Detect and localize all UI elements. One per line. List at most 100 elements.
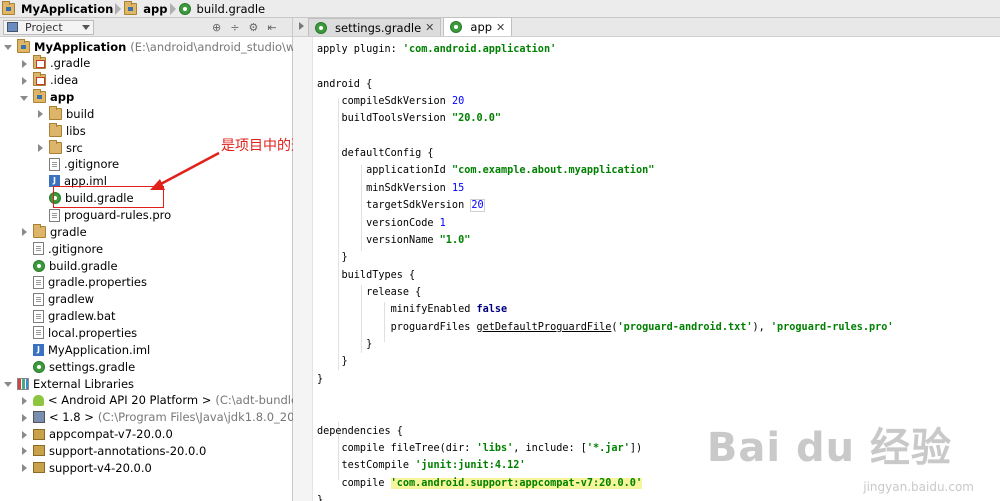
code-line: } (317, 353, 348, 370)
tab-app[interactable]: app ✕ (443, 17, 513, 36)
tree-item[interactable]: .gradle (20, 55, 90, 72)
code-line: android { (317, 76, 372, 93)
tree-item[interactable]: MyApplication (E:\android\android_studio\… (4, 38, 327, 55)
chevron-right-icon[interactable] (36, 139, 45, 156)
tree-item[interactable]: < Android API 20 Platform > (C:\adt-bundl… (20, 392, 315, 409)
file-icon (33, 242, 44, 256)
breadcrumb-item-file[interactable]: build.gradle (178, 2, 268, 16)
tree-item[interactable]: J MyApplication.iml (20, 341, 150, 358)
chevron-right-icon[interactable] (20, 409, 29, 426)
tree-item-label: app (50, 90, 75, 105)
tree-item[interactable]: libs (36, 122, 86, 139)
collapse-icon[interactable]: ÷ (230, 21, 239, 34)
tree-item[interactable]: gradlew (20, 291, 94, 308)
chevron-right-icon[interactable] (20, 459, 29, 476)
code-line: apply plugin: 'com.android.application' (317, 41, 556, 58)
jdk-icon (33, 411, 45, 424)
folder-icon (49, 122, 62, 137)
code-token: ), (752, 321, 771, 333)
code-token: "20.0.0" (451, 113, 502, 125)
tree-item[interactable]: < 1.8 > (C:\Program Files\Java\jdk1.8.0_2… (20, 409, 299, 426)
chevron-right-icon[interactable] (20, 55, 29, 72)
tree-item-label: .gradle (50, 56, 91, 71)
hide-icon[interactable]: ⇤ (267, 21, 276, 34)
tree-item-label: settings.gradle (49, 359, 136, 374)
tree-item[interactable]: src (36, 139, 83, 156)
sync-icon[interactable]: ⊕ (212, 21, 221, 34)
tree-item[interactable]: gradlew.bat (20, 308, 116, 325)
breadcrumb-item-module[interactable]: app (124, 0, 169, 16)
breadcrumb-item-project[interactable]: MyApplication (2, 0, 115, 16)
tree-item-label: MyApplication.iml (48, 342, 151, 357)
tree-item[interactable]: appcompat-v7-20.0.0 (20, 426, 173, 443)
tree-item[interactable]: gradle (20, 223, 87, 240)
tab-nav-icon[interactable] (295, 17, 308, 36)
code-line: } (317, 249, 348, 266)
code-line: buildTypes { (317, 267, 416, 284)
chevron-right-icon[interactable] (20, 426, 29, 443)
code-token: '*.jar' (586, 443, 630, 455)
tree-item[interactable]: .gitignore (20, 240, 103, 257)
module-folder-icon (124, 0, 138, 15)
tree-item[interactable]: build.gradle (20, 257, 118, 274)
tree-item[interactable]: build (36, 105, 94, 122)
tree-item[interactable]: support-v4-20.0.0 (20, 459, 152, 476)
code-token: proguardFiles (317, 321, 477, 333)
tree-item[interactable]: support-annotations-20.0.0 (20, 442, 206, 459)
chevron-right-icon[interactable] (20, 392, 29, 409)
code-line: proguardFiles getDefaultProguardFile('pr… (317, 319, 894, 336)
code-line: } (317, 336, 372, 353)
file-icon (33, 326, 44, 340)
editor-tabs: settings.gradle ✕ app ✕ (293, 17, 1000, 37)
code-token: false (476, 304, 508, 316)
code-token: apply plugin: (317, 44, 403, 55)
code-token: 20 (451, 96, 465, 108)
chevron-right-icon[interactable] (20, 442, 29, 459)
tab-settings-gradle[interactable]: settings.gradle ✕ (308, 18, 442, 36)
close-icon[interactable]: ✕ (425, 21, 434, 34)
tree-item[interactable]: app (20, 89, 74, 106)
file-icon (49, 208, 60, 222)
tree-item[interactable]: .gitignore (36, 156, 119, 173)
chevron-right-icon[interactable] (36, 105, 45, 122)
close-icon[interactable]: ✕ (496, 21, 505, 34)
code-token: 20 (470, 199, 485, 213)
gear-icon[interactable]: ⚙ (248, 21, 258, 34)
code-token: defaultConfig { (317, 148, 434, 160)
code-token: 'com.android.application' (402, 44, 557, 55)
tree-item[interactable]: External Libraries (4, 375, 134, 392)
code-line: compile 'com.android.support:appcompat-v… (317, 475, 643, 492)
breadcrumb-separator-icon (115, 0, 124, 18)
chevron-right-icon[interactable] (20, 223, 29, 240)
tree-item[interactable]: settings.gradle (20, 358, 135, 375)
tree-item[interactable]: local.properties (20, 324, 137, 341)
code-token: buildTypes { (317, 269, 416, 281)
code-line: defaultConfig { (317, 145, 434, 162)
tree-item[interactable]: gradle.properties (20, 274, 147, 291)
code-token: android { (317, 78, 373, 90)
code-token: testCompile (317, 460, 416, 472)
code-token: } (317, 356, 348, 368)
highlight-box (53, 186, 164, 208)
code-line: minSdkVersion 15 (317, 180, 464, 197)
project-view-selector[interactable]: Project (3, 19, 94, 35)
folder-icon (33, 223, 46, 238)
library-icon (33, 428, 45, 440)
tree-item[interactable]: proguard-rules.pro (36, 207, 171, 224)
code-token: targetSdkVersion (317, 200, 471, 212)
chevron-down-icon[interactable] (4, 38, 13, 55)
tree-item-label: appcompat-v7-20.0.0 (49, 427, 173, 442)
code-token: versionCode (317, 217, 440, 229)
chevron-down-icon[interactable] (20, 89, 29, 106)
code-token: 'proguard-rules.pro' (770, 321, 894, 333)
tree-item[interactable]: .idea (20, 72, 78, 89)
gradle-icon (450, 21, 463, 33)
chevron-down-icon[interactable] (4, 375, 13, 392)
tree-item-label: < 1.8 > (49, 410, 94, 425)
chevron-right-icon[interactable] (20, 72, 29, 89)
gradle-icon (315, 21, 327, 34)
